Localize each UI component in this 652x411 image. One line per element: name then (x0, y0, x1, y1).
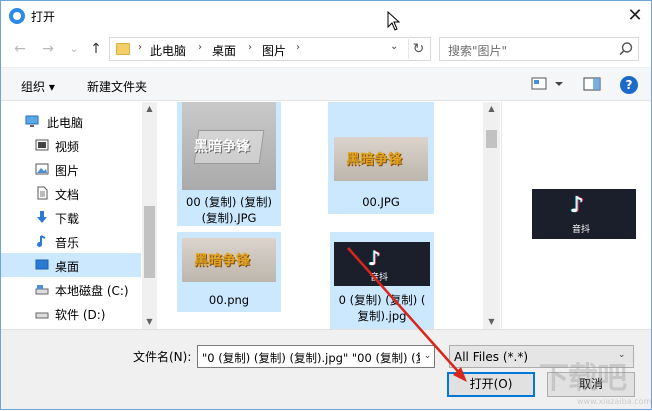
filename-value: "0 (复制) (复制) (复制).jpg" "00 (复制) (复 (202, 351, 428, 365)
sidebar-item-label: 软件 (D:) (55, 308, 106, 322)
download-icon (37, 211, 47, 223)
file-item[interactable]: ♪ 音抖 0 (复制) (复制) ( 复制).jpg (330, 232, 434, 329)
file-name: 00.JPG (362, 195, 400, 209)
file-thumbnail: 黑暗争锋 (182, 238, 276, 282)
back-button[interactable]: ← (11, 40, 29, 58)
navigation-pane: 此电脑 视频 图片 文档 下载 音乐 桌面 本地磁盘 (C:) 软件 (D:) … (1, 102, 157, 329)
filetype-value: All Files (*.*) (454, 350, 529, 364)
open-file-dialog: 打开 ✕ ← → ⌄ ↑ › 此电脑 › 桌面 › 图片 › ⌄ ↻ 搜索"图片… (0, 0, 652, 410)
sidebar-item-pictures[interactable]: 图片 (1, 157, 141, 181)
sidebar-item-downloads[interactable]: 下载 (1, 205, 141, 229)
sidebar-item-label: 视频 (55, 140, 80, 154)
file-list: 黑暗争锋 00 (复制) (复制) (复制).JPG 黑暗争锋 00.JPG 黑… (158, 102, 501, 329)
search-icon (619, 42, 633, 56)
sidebar-item-label: 本地磁盘 (C:) (55, 284, 129, 298)
view-options-icon[interactable] (531, 76, 567, 92)
scrollbar-thumb[interactable] (144, 206, 155, 278)
chevron-right-icon: › (296, 42, 300, 53)
address-bar[interactable]: › 此电脑 › 桌面 › 图片 › ⌄ ↻ (109, 37, 431, 61)
file-name: 0 (复制) (复制) ( 复制).jpg (338, 293, 426, 323)
command-toolbar: 组织 ▾ 新建文件夹 ? (1, 67, 651, 101)
window-title: 打开 (31, 10, 56, 24)
scroll-up-icon[interactable]: ▲ (483, 102, 500, 116)
chevron-right-icon: › (198, 42, 202, 53)
file-name: 00.png (208, 293, 250, 307)
new-folder-button[interactable]: 新建文件夹 (87, 78, 147, 95)
navigation-bar: ← → ⌄ ↑ › 此电脑 › 桌面 › 图片 › ⌄ ↻ 搜索"图片" (1, 31, 651, 67)
music-icon (37, 235, 46, 247)
sidebar-item-this-pc[interactable]: 此电脑 (1, 109, 141, 133)
file-thumbnail: 黑暗争锋 (334, 137, 428, 181)
sidebar-item-label: 此电脑 (47, 116, 84, 130)
scroll-down-icon[interactable]: ▼ (142, 315, 157, 329)
refresh-button[interactable]: ↻ (408, 39, 428, 59)
scroll-down-icon[interactable]: ▼ (483, 315, 500, 329)
sidebar-item-desktop[interactable]: 桌面 (1, 253, 141, 277)
scrollbar-thumb[interactable] (486, 130, 497, 148)
forward-button[interactable]: → (39, 40, 57, 58)
video-icon (35, 139, 49, 151)
preview-image: ♪ 音抖 (532, 189, 636, 239)
preview-pane-icon[interactable] (583, 76, 601, 92)
sidebar-item-documents[interactable]: 文档 (1, 181, 141, 205)
app-icon (9, 8, 25, 24)
sidebar-item-music[interactable]: 音乐 (1, 229, 141, 253)
chevron-down-icon[interactable]: ⌄ (420, 346, 434, 367)
sidebar-item-label: 文档 (55, 188, 80, 202)
watermark-url: www.xiazaiba.com (577, 397, 652, 406)
close-button[interactable]: ✕ (623, 4, 647, 28)
mouse-cursor-icon (387, 11, 401, 31)
desktop-icon (35, 259, 49, 270)
organize-menu[interactable]: 组织 ▾ (21, 78, 55, 95)
help-button[interactable]: ? (620, 76, 638, 94)
computer-icon (25, 115, 39, 127)
sidebar-item-label: 桌面 (55, 260, 80, 274)
chevron-right-icon: › (138, 42, 142, 53)
sidebar-item-label: 图片 (55, 164, 80, 178)
sidebar-item-label: 音乐 (55, 236, 80, 250)
search-box[interactable]: 搜索"图片" (439, 37, 639, 61)
filename-label: 文件名(N): (133, 350, 192, 364)
sidebar-item-drive-c[interactable]: 本地磁盘 (C:) (1, 277, 141, 301)
breadcrumb-pictures[interactable]: 图片 (262, 42, 286, 59)
pictures-icon (35, 163, 49, 175)
filename-input[interactable]: "0 (复制) (复制) (复制).jpg" "00 (复制) (复 ⌄ (197, 345, 435, 368)
sidebar-scrollbar[interactable]: ▲ ▼ (142, 102, 157, 329)
title-bar: 打开 ✕ (1, 1, 651, 31)
file-thumbnail: 黑暗争锋 (182, 102, 276, 190)
address-dropdown-icon[interactable]: ⌄ (390, 41, 398, 52)
folder-icon (116, 43, 130, 55)
open-button[interactable]: 打开(O) (447, 372, 535, 397)
up-button[interactable]: ↑ (87, 40, 105, 58)
sidebar-item-label: 下载 (55, 212, 80, 226)
recent-locations-button[interactable]: ⌄ (65, 40, 83, 58)
file-item[interactable]: 黑暗争锋 00.JPG (328, 102, 434, 214)
file-name: 00 (复制) (复制) (复制).JPG (186, 195, 272, 225)
sidebar-item-videos[interactable]: 视频 (1, 133, 141, 157)
file-list-scrollbar[interactable]: ▲ ▼ (483, 102, 500, 329)
scroll-up-icon[interactable]: ▲ (142, 102, 157, 116)
breadcrumb-this-pc[interactable]: 此电脑 (150, 42, 186, 59)
chevron-right-icon: › (248, 42, 252, 53)
preview-pane: ♪ 音抖 (501, 102, 651, 329)
file-item[interactable]: 黑暗争锋 00 (复制) (复制) (复制).JPG (177, 102, 281, 226)
documents-icon (37, 186, 48, 200)
search-placeholder: 搜索"图片" (448, 44, 508, 58)
drive-icon (35, 312, 49, 319)
drive-icon (35, 285, 49, 295)
file-thumbnail: ♪ 音抖 (334, 242, 430, 286)
watermark: 下载吧 (539, 361, 627, 396)
sidebar-item-drive-d[interactable]: 软件 (D:) (1, 301, 141, 325)
breadcrumb-desktop[interactable]: 桌面 (212, 42, 236, 59)
file-item[interactable]: 黑暗争锋 00.png (177, 232, 281, 312)
